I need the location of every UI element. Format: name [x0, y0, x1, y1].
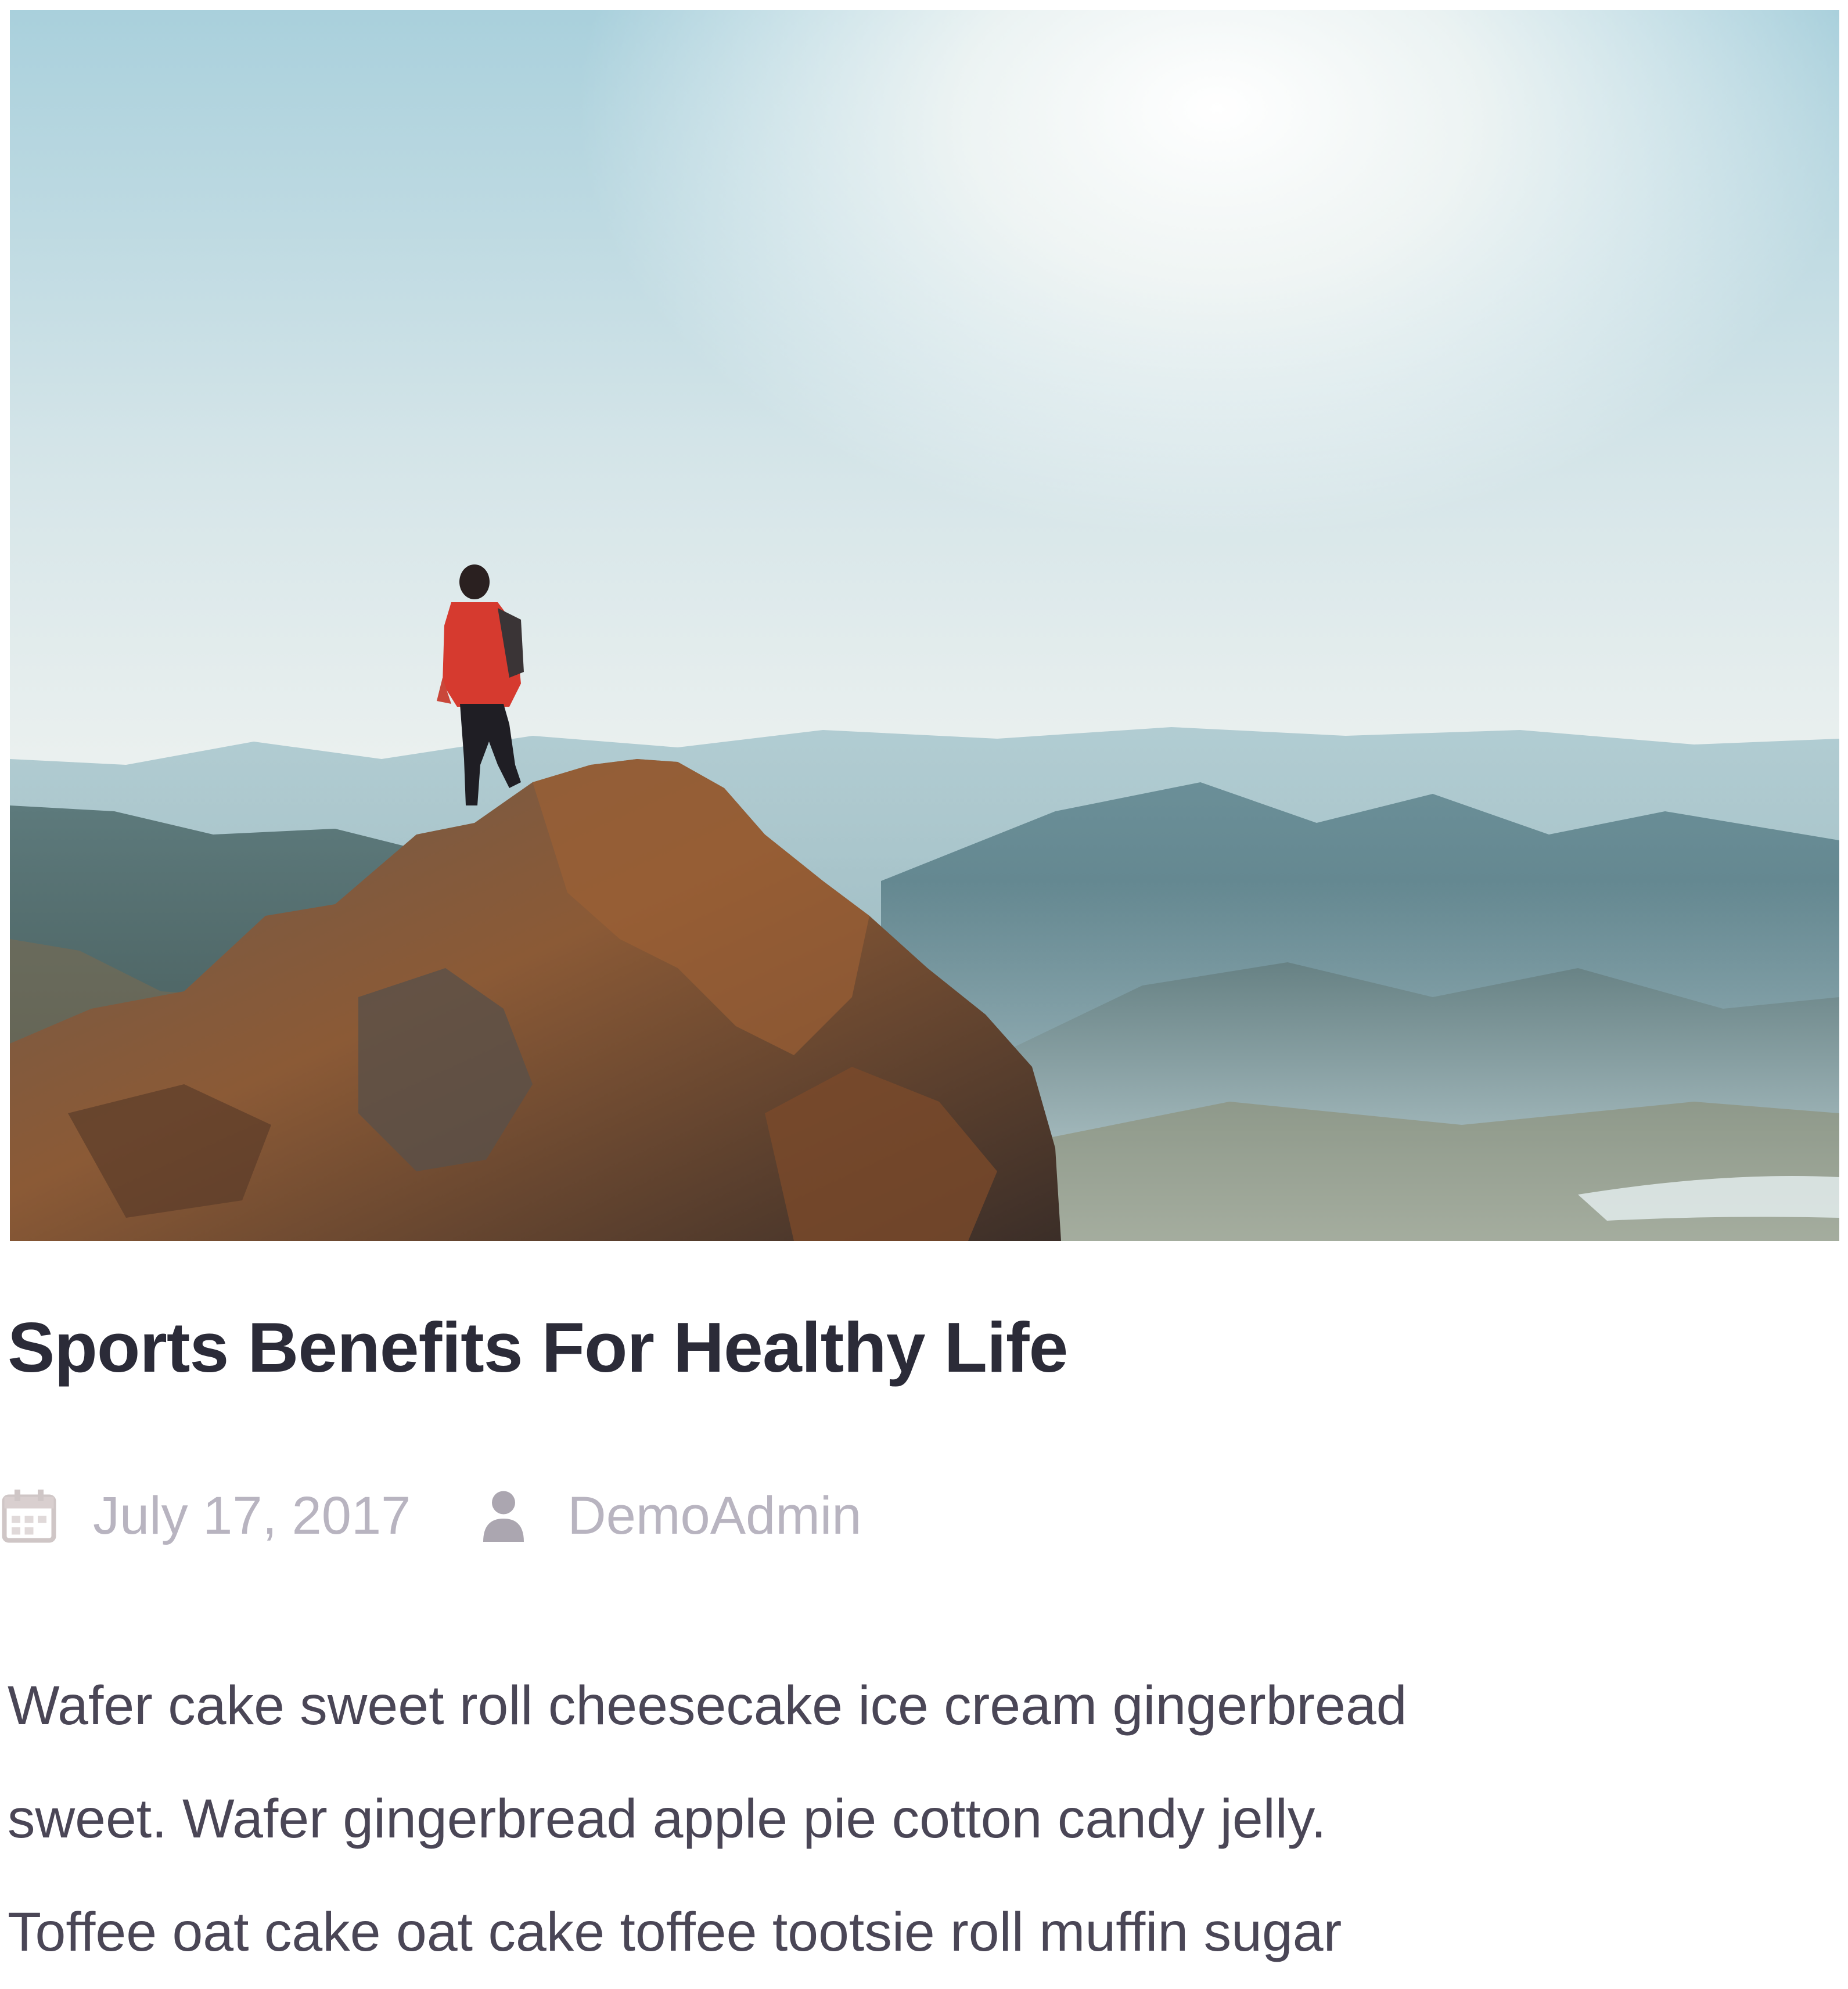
post-title[interactable]: Sports Benefits For Healthy Life: [8, 1307, 1068, 1388]
excerpt-line: Wafer cake sweet roll cheesecake ice cre…: [8, 1675, 1407, 1736]
mountain-hiker-photo: [10, 10, 1839, 1241]
excerpt-line: Toffee oat cake oat cake toffee tootsie …: [8, 1901, 1342, 1963]
post-featured-image[interactable]: [10, 10, 1839, 1241]
calendar-icon: [0, 1487, 58, 1545]
post-meta: July 17, 2017 DemoAdmin: [0, 1484, 861, 1548]
post-excerpt: Wafer cake sweet roll cheesecake ice cre…: [8, 1649, 1808, 1989]
post-author[interactable]: DemoAdmin: [480, 1486, 861, 1546]
blog-post-card: Sports Benefits For Healthy Life July 17…: [0, 0, 1848, 1974]
post-date-text: July 17, 2017: [93, 1486, 411, 1545]
excerpt-line: sweet. Wafer gingerbread apple pie cotto…: [8, 1788, 1326, 1850]
post-author-name[interactable]: DemoAdmin: [567, 1486, 861, 1546]
user-icon: [480, 1487, 527, 1545]
post-date: July 17, 2017: [0, 1486, 411, 1546]
